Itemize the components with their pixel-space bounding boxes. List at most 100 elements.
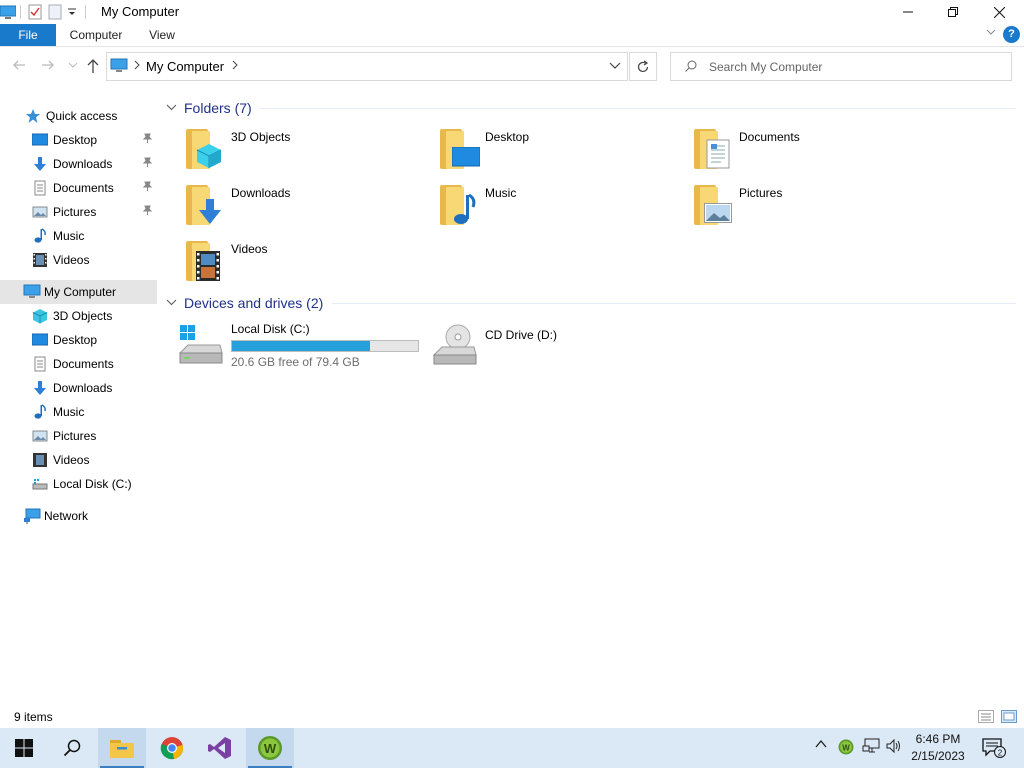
sidebar-item-label: Pictures (53, 429, 97, 443)
taskbar: W W 6:46 PM 2/15/2023 2 (0, 728, 1024, 768)
clock-time: 6:46 PM (915, 732, 961, 746)
folder-desktop-icon (438, 125, 480, 171)
webroot-icon: W (258, 736, 282, 760)
sidebar-item-label: Network (44, 509, 89, 523)
devices-group-header[interactable]: Devices and drives (2) (166, 293, 323, 313)
pin-icon[interactable] (142, 157, 153, 170)
film-icon (32, 452, 48, 468)
webroot-tray-icon[interactable]: W (838, 739, 854, 758)
quick-access-toolbar (0, 3, 86, 21)
star-icon (25, 108, 41, 124)
breadcrumb-chevron-icon[interactable] (231, 59, 239, 74)
computer-icon (23, 284, 41, 300)
chevron-down-icon (68, 62, 78, 68)
folder-documents[interactable]: Documents (668, 122, 908, 172)
sidebar-item-documents[interactable]: Documents (0, 176, 157, 200)
title-bar[interactable]: My Computer (0, 0, 1024, 24)
download-arrow-icon (32, 156, 48, 172)
cd-drive-icon (432, 323, 477, 369)
document-icon (32, 356, 48, 372)
sidebar-item-videos[interactable]: Videos (0, 248, 157, 272)
search-button[interactable] (48, 728, 96, 768)
hard-drive-icon (32, 476, 48, 492)
folder-pictures[interactable]: Pictures (668, 178, 908, 228)
taskbar-chrome[interactable] (148, 728, 196, 768)
sidebar-item-my-computer[interactable]: My Computer (0, 280, 157, 304)
folder-videos[interactable]: Videos (160, 234, 400, 284)
forward-button[interactable] (39, 58, 57, 76)
sidebar-item-local-disk[interactable]: Local Disk (C:) (0, 472, 157, 496)
computer-icon (110, 58, 128, 72)
up-button[interactable] (84, 58, 102, 76)
taskbar-file-explorer[interactable] (98, 728, 146, 768)
sidebar-item-network[interactable]: Network (0, 504, 157, 528)
sidebar-item-downloads[interactable]: Downloads (0, 152, 157, 176)
sidebar-item-documents[interactable]: Documents (0, 352, 157, 376)
notifications-button[interactable]: 2 (982, 737, 1006, 762)
notification-count: 2 (998, 749, 1003, 758)
breadcrumb-chevron-icon[interactable] (133, 59, 141, 74)
sidebar-item-pictures[interactable]: Pictures (0, 200, 157, 224)
sidebar-item-pictures[interactable]: Pictures (0, 424, 157, 448)
folder-desktop[interactable]: Desktop (414, 122, 654, 172)
new-folder-icon[interactable] (47, 4, 63, 20)
show-hidden-icons-icon[interactable] (815, 738, 827, 753)
sidebar-item-desktop[interactable]: Desktop (0, 328, 157, 352)
tab-view[interactable]: View (140, 24, 184, 46)
large-icons-view-icon[interactable] (1001, 710, 1017, 723)
recent-locations-button[interactable] (64, 58, 82, 76)
folder-downloads[interactable]: Downloads (160, 178, 400, 228)
pin-icon[interactable] (142, 133, 153, 146)
customize-dropdown-icon[interactable] (67, 4, 77, 20)
status-bar: 9 items (0, 706, 1024, 728)
minimize-button[interactable] (885, 0, 931, 24)
sidebar-item-music[interactable]: Music (0, 400, 157, 424)
up-arrow-icon (87, 59, 99, 73)
expand-ribbon-icon[interactable] (986, 27, 996, 40)
help-button[interactable]: ? (1003, 26, 1020, 43)
taskbar-visual-studio[interactable] (196, 728, 244, 768)
drive-label: Local Disk (C:) (231, 322, 310, 336)
system-clock[interactable]: 6:46 PM 2/15/2023 (905, 731, 971, 765)
folders-group-header[interactable]: Folders (7) (166, 98, 252, 118)
details-view-icon[interactable] (978, 710, 994, 723)
volume-icon[interactable] (886, 738, 902, 757)
search-input[interactable] (709, 57, 999, 76)
pin-icon[interactable] (142, 205, 153, 218)
drive-local-disk-c[interactable]: Local Disk (C:) 20.6 GB free of 79.4 GB (160, 320, 424, 370)
sidebar-item-music[interactable]: Music (0, 224, 157, 248)
sidebar-item-downloads[interactable]: Downloads (0, 376, 157, 400)
search-box[interactable] (670, 52, 1012, 81)
sidebar-item-desktop[interactable]: Desktop (0, 128, 157, 152)
taskbar-webroot[interactable]: W (246, 728, 294, 768)
download-arrow-icon (32, 380, 48, 396)
restore-button[interactable] (930, 0, 976, 24)
sidebar-item-3d-objects[interactable]: 3D Objects (0, 304, 157, 328)
breadcrumb-my-computer[interactable]: My Computer (146, 59, 224, 74)
sidebar-item-label: Downloads (53, 381, 113, 395)
refresh-button[interactable] (629, 52, 657, 81)
folder-3d-objects[interactable]: 3D Objects (160, 122, 400, 172)
sidebar-item-label: Videos (53, 453, 90, 467)
close-button[interactable] (976, 0, 1022, 24)
back-button[interactable] (10, 58, 28, 76)
start-button[interactable] (0, 728, 48, 768)
folder-music[interactable]: Music (414, 178, 654, 228)
tab-computer[interactable]: Computer (62, 24, 130, 46)
pictures-icon (32, 204, 48, 220)
navigation-pane: Quick access Desktop Downloads Documents… (0, 104, 157, 704)
address-dropdown-icon[interactable] (609, 59, 621, 74)
pin-icon[interactable] (142, 181, 153, 194)
properties-icon[interactable] (27, 4, 43, 20)
desktop-icon (31, 332, 49, 348)
drive-cd-d[interactable]: CD Drive (D:) (414, 320, 654, 370)
sidebar-item-quick-access[interactable]: Quick access (0, 104, 157, 128)
computer-icon[interactable] (0, 4, 17, 20)
address-bar[interactable]: My Computer (106, 52, 628, 81)
network-icon[interactable] (862, 738, 880, 757)
tab-file[interactable]: File (0, 24, 56, 46)
sidebar-item-videos[interactable]: Videos (0, 448, 157, 472)
ribbon: File Computer View ? (0, 24, 1024, 47)
sidebar-item-label: My Computer (44, 285, 117, 299)
music-note-icon (32, 404, 48, 420)
